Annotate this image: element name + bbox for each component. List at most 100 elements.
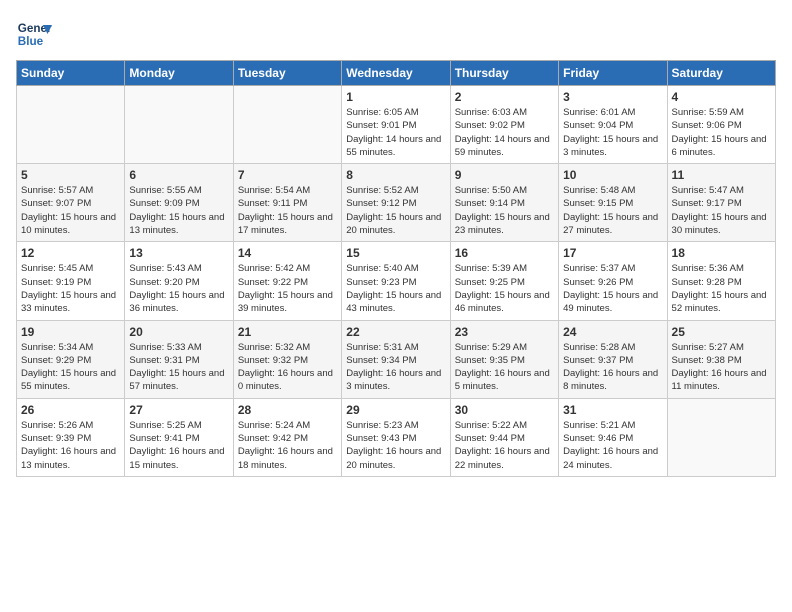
calendar-cell: 18 Sunrise: 5:36 AM Sunset: 9:28 PM Dayli…	[667, 242, 775, 320]
weekday-header-saturday: Saturday	[667, 61, 775, 86]
day-number: 17	[563, 246, 662, 260]
weekday-header-row: SundayMondayTuesdayWednesdayThursdayFrid…	[17, 61, 776, 86]
calendar-cell: 2 Sunrise: 6:03 AM Sunset: 9:02 PM Daylig…	[450, 86, 558, 164]
day-number: 5	[21, 168, 120, 182]
day-info: Sunrise: 5:57 AM Sunset: 9:07 PM Dayligh…	[21, 184, 120, 237]
day-number: 19	[21, 325, 120, 339]
day-number: 3	[563, 90, 662, 104]
day-info: Sunrise: 5:47 AM Sunset: 9:17 PM Dayligh…	[672, 184, 771, 237]
day-number: 28	[238, 403, 337, 417]
calendar-cell: 13 Sunrise: 5:43 AM Sunset: 9:20 PM Dayli…	[125, 242, 233, 320]
calendar-cell: 30 Sunrise: 5:22 AM Sunset: 9:44 PM Dayli…	[450, 398, 558, 476]
calendar-cell: 8 Sunrise: 5:52 AM Sunset: 9:12 PM Daylig…	[342, 164, 450, 242]
calendar-cell: 9 Sunrise: 5:50 AM Sunset: 9:14 PM Daylig…	[450, 164, 558, 242]
logo: General Blue	[16, 16, 56, 52]
day-number: 20	[129, 325, 228, 339]
day-info: Sunrise: 6:03 AM Sunset: 9:02 PM Dayligh…	[455, 106, 554, 159]
calendar-cell: 7Sunrise: 5:54 AM Sunset: 9:11 PM Daylig…	[233, 164, 341, 242]
calendar-cell: 24 Sunrise: 5:28 AM Sunset: 9:37 PM Dayli…	[559, 320, 667, 398]
day-info: Sunrise: 5:26 AM Sunset: 9:39 PM Dayligh…	[21, 419, 120, 472]
svg-text:Blue: Blue	[18, 35, 44, 48]
day-number: 21	[238, 325, 337, 339]
calendar-week-row: 19 Sunrise: 5:34 AM Sunset: 9:29 PM Dayli…	[17, 320, 776, 398]
day-number: 29	[346, 403, 445, 417]
day-info: Sunrise: 5:29 AM Sunset: 9:35 PM Dayligh…	[455, 341, 554, 394]
day-number: 11	[672, 168, 771, 182]
calendar-cell: 28Sunrise: 5:24 AM Sunset: 9:42 PM Dayli…	[233, 398, 341, 476]
calendar-cell: 11 Sunrise: 5:47 AM Sunset: 9:17 PM Dayli…	[667, 164, 775, 242]
calendar-cell: 22 Sunrise: 5:31 AM Sunset: 9:34 PM Dayli…	[342, 320, 450, 398]
weekday-header-tuesday: Tuesday	[233, 61, 341, 86]
calendar-cell: 27 Sunrise: 5:25 AM Sunset: 9:41 PM Dayli…	[125, 398, 233, 476]
calendar-cell: 25 Sunrise: 5:27 AM Sunset: 9:38 PM Dayli…	[667, 320, 775, 398]
day-number: 26	[21, 403, 120, 417]
calendar-cell	[17, 86, 125, 164]
weekday-header-wednesday: Wednesday	[342, 61, 450, 86]
day-number: 1	[346, 90, 445, 104]
day-number: 13	[129, 246, 228, 260]
calendar-cell: 26 Sunrise: 5:26 AM Sunset: 9:39 PM Dayli…	[17, 398, 125, 476]
day-number: 9	[455, 168, 554, 182]
day-info: Sunrise: 5:59 AM Sunset: 9:06 PM Dayligh…	[672, 106, 771, 159]
calendar-cell: 1 Sunrise: 6:05 AM Sunset: 9:01 PM Daylig…	[342, 86, 450, 164]
day-info: Sunrise: 5:40 AM Sunset: 9:23 PM Dayligh…	[346, 262, 445, 315]
day-number: 15	[346, 246, 445, 260]
day-number: 2	[455, 90, 554, 104]
day-info: Sunrise: 5:32 AM Sunset: 9:32 PM Dayligh…	[238, 341, 337, 394]
day-number: 27	[129, 403, 228, 417]
calendar-cell: 23 Sunrise: 5:29 AM Sunset: 9:35 PM Dayli…	[450, 320, 558, 398]
day-info: Sunrise: 5:34 AM Sunset: 9:29 PM Dayligh…	[21, 341, 120, 394]
day-number: 25	[672, 325, 771, 339]
calendar-cell	[667, 398, 775, 476]
day-info: Sunrise: 6:05 AM Sunset: 9:01 PM Dayligh…	[346, 106, 445, 159]
day-number: 24	[563, 325, 662, 339]
calendar-cell	[125, 86, 233, 164]
calendar-week-row: 12 Sunrise: 5:45 AM Sunset: 9:19 PM Dayli…	[17, 242, 776, 320]
day-info: Sunrise: 5:28 AM Sunset: 9:37 PM Dayligh…	[563, 341, 662, 394]
weekday-header-monday: Monday	[125, 61, 233, 86]
calendar-cell: 17Sunrise: 5:37 AM Sunset: 9:26 PM Dayli…	[559, 242, 667, 320]
day-number: 6	[129, 168, 228, 182]
calendar-cell: 6 Sunrise: 5:55 AM Sunset: 9:09 PM Daylig…	[125, 164, 233, 242]
day-info: Sunrise: 5:33 AM Sunset: 9:31 PM Dayligh…	[129, 341, 228, 394]
day-info: Sunrise: 5:31 AM Sunset: 9:34 PM Dayligh…	[346, 341, 445, 394]
calendar-cell: 12 Sunrise: 5:45 AM Sunset: 9:19 PM Dayli…	[17, 242, 125, 320]
day-number: 12	[21, 246, 120, 260]
day-info: Sunrise: 5:43 AM Sunset: 9:20 PM Dayligh…	[129, 262, 228, 315]
calendar-week-row: 1 Sunrise: 6:05 AM Sunset: 9:01 PM Daylig…	[17, 86, 776, 164]
day-info: Sunrise: 5:23 AM Sunset: 9:43 PM Dayligh…	[346, 419, 445, 472]
day-info: Sunrise: 5:48 AM Sunset: 9:15 PM Dayligh…	[563, 184, 662, 237]
day-info: Sunrise: 5:25 AM Sunset: 9:41 PM Dayligh…	[129, 419, 228, 472]
weekday-header-friday: Friday	[559, 61, 667, 86]
weekday-header-sunday: Sunday	[17, 61, 125, 86]
calendar-cell: 20 Sunrise: 5:33 AM Sunset: 9:31 PM Dayli…	[125, 320, 233, 398]
day-number: 23	[455, 325, 554, 339]
day-info: Sunrise: 5:54 AM Sunset: 9:11 PM Dayligh…	[238, 184, 337, 237]
logo-icon: General Blue	[16, 16, 52, 52]
day-info: Sunrise: 5:55 AM Sunset: 9:09 PM Dayligh…	[129, 184, 228, 237]
calendar-cell: 10Sunrise: 5:48 AM Sunset: 9:15 PM Dayli…	[559, 164, 667, 242]
day-info: Sunrise: 5:50 AM Sunset: 9:14 PM Dayligh…	[455, 184, 554, 237]
day-number: 22	[346, 325, 445, 339]
day-info: Sunrise: 5:22 AM Sunset: 9:44 PM Dayligh…	[455, 419, 554, 472]
calendar-cell: 31 Sunrise: 5:21 AM Sunset: 9:46 PM Dayli…	[559, 398, 667, 476]
calendar-cell: 3 Sunrise: 6:01 AM Sunset: 9:04 PM Daylig…	[559, 86, 667, 164]
day-info: Sunrise: 5:21 AM Sunset: 9:46 PM Dayligh…	[563, 419, 662, 472]
calendar-table: SundayMondayTuesdayWednesdayThursdayFrid…	[16, 60, 776, 477]
day-info: Sunrise: 5:45 AM Sunset: 9:19 PM Dayligh…	[21, 262, 120, 315]
day-info: Sunrise: 6:01 AM Sunset: 9:04 PM Dayligh…	[563, 106, 662, 159]
day-info: Sunrise: 5:36 AM Sunset: 9:28 PM Dayligh…	[672, 262, 771, 315]
day-info: Sunrise: 5:52 AM Sunset: 9:12 PM Dayligh…	[346, 184, 445, 237]
calendar-cell	[233, 86, 341, 164]
calendar-cell: 5 Sunrise: 5:57 AM Sunset: 9:07 PM Daylig…	[17, 164, 125, 242]
calendar-cell: 19 Sunrise: 5:34 AM Sunset: 9:29 PM Dayli…	[17, 320, 125, 398]
day-number: 18	[672, 246, 771, 260]
day-info: Sunrise: 5:27 AM Sunset: 9:38 PM Dayligh…	[672, 341, 771, 394]
calendar-cell: 15 Sunrise: 5:40 AM Sunset: 9:23 PM Dayli…	[342, 242, 450, 320]
day-info: Sunrise: 5:39 AM Sunset: 9:25 PM Dayligh…	[455, 262, 554, 315]
day-number: 16	[455, 246, 554, 260]
day-number: 30	[455, 403, 554, 417]
day-number: 31	[563, 403, 662, 417]
weekday-header-thursday: Thursday	[450, 61, 558, 86]
day-number: 8	[346, 168, 445, 182]
